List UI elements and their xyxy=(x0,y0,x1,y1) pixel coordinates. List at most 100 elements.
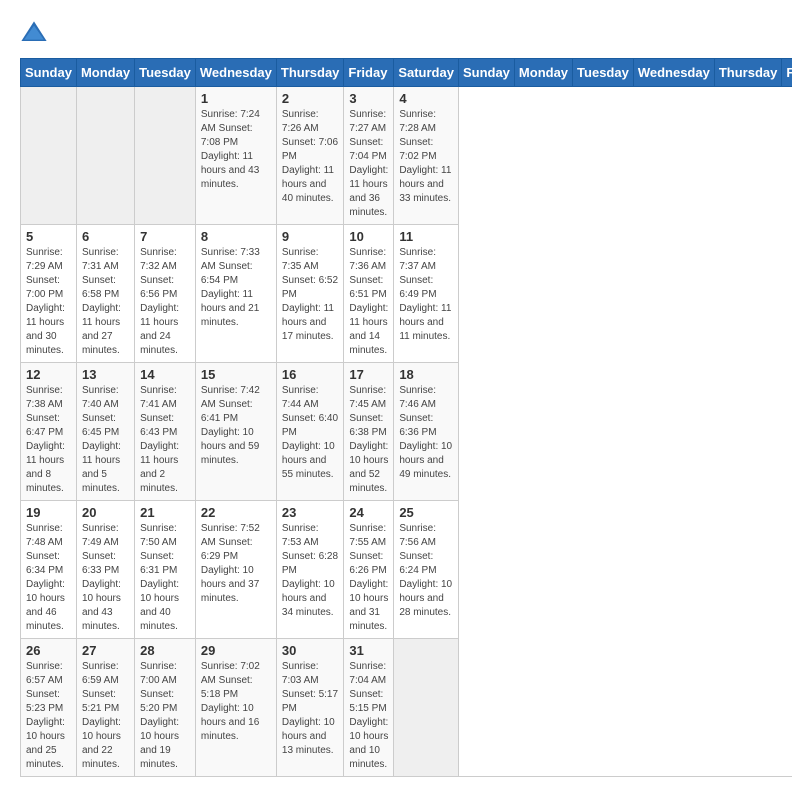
day-info: Sunrise: 7:27 AM Sunset: 7:04 PM Dayligh… xyxy=(349,108,388,220)
day-of-week-header: Tuesday xyxy=(135,59,196,87)
calendar-cell: 6 Sunrise: 7:31 AM Sunset: 6:58 PM Daylig… xyxy=(76,225,134,363)
day-info: Sunrise: 7:40 AM Sunset: 6:45 PM Dayligh… xyxy=(82,384,129,496)
day-number: 8 xyxy=(201,229,271,244)
day-of-week-header: Saturday xyxy=(394,59,459,87)
calendar-cell: 24Sunrise: 7:55 AM Sunset: 6:26 PM Dayli… xyxy=(344,501,394,639)
day-number: 20 xyxy=(82,505,129,520)
day-number: 25 xyxy=(399,505,453,520)
day-info: Sunrise: 7:35 AM Sunset: 6:52 PM Dayligh… xyxy=(282,246,339,344)
day-info: Sunrise: 7:31 AM Sunset: 6:58 PM Dayligh… xyxy=(82,246,129,358)
calendar-cell: 2Sunrise: 7:26 AM Sunset: 7:06 PM Daylig… xyxy=(276,87,344,225)
day-of-week-header: Thursday xyxy=(276,59,344,87)
day-info: Sunrise: 7:42 AM Sunset: 6:41 PM Dayligh… xyxy=(201,384,271,468)
day-of-week-header: Friday xyxy=(344,59,394,87)
day-number: 17 xyxy=(349,367,388,382)
day-info: Sunrise: 7:44 AM Sunset: 6:40 PM Dayligh… xyxy=(282,384,339,482)
calendar-cell: 21Sunrise: 7:50 AM Sunset: 6:31 PM Dayli… xyxy=(135,501,196,639)
calendar-cell xyxy=(76,87,134,225)
calendar-cell: 31 Sunrise: 7:04 AM Sunset: 5:15 PM Dayli… xyxy=(344,639,394,777)
day-info: Sunrise: 7:56 AM Sunset: 6:24 PM Dayligh… xyxy=(399,522,453,620)
day-number: 16 xyxy=(282,367,339,382)
day-number: 3 xyxy=(349,91,388,106)
calendar-cell: 7 Sunrise: 7:32 AM Sunset: 6:56 PM Daylig… xyxy=(135,225,196,363)
calendar-cell: 9 Sunrise: 7:35 AM Sunset: 6:52 PM Daylig… xyxy=(276,225,344,363)
calendar-cell: 23Sunrise: 7:53 AM Sunset: 6:28 PM Dayli… xyxy=(276,501,344,639)
calendar-cell: 30 Sunrise: 7:03 AM Sunset: 5:17 PM Dayli… xyxy=(276,639,344,777)
day-info: Sunrise: 7:53 AM Sunset: 6:28 PM Dayligh… xyxy=(282,522,339,620)
calendar-header-row: SundayMondayTuesdayWednesdayThursdayFrid… xyxy=(21,59,792,87)
day-info: Sunrise: 7:52 AM Sunset: 6:29 PM Dayligh… xyxy=(201,522,271,606)
day-of-week-header: Wednesday xyxy=(195,59,276,87)
day-number: 6 xyxy=(82,229,129,244)
day-number: 15 xyxy=(201,367,271,382)
calendar-week-row: 26Sunrise: 6:57 AM Sunset: 5:23 PM Dayli… xyxy=(21,639,792,777)
weekday-header: Thursday xyxy=(714,59,782,87)
day-info: Sunrise: 7:28 AM Sunset: 7:02 PM Dayligh… xyxy=(399,108,453,206)
day-info: Sunrise: 7:26 AM Sunset: 7:06 PM Dayligh… xyxy=(282,108,339,206)
logo xyxy=(20,20,50,48)
calendar-cell: 12 Sunrise: 7:38 AM Sunset: 6:47 PM Dayli… xyxy=(21,363,77,501)
calendar-week-row: 5 Sunrise: 7:29 AM Sunset: 7:00 PM Daylig… xyxy=(21,225,792,363)
page-header xyxy=(20,20,772,48)
calendar-cell: 11Sunrise: 7:37 AM Sunset: 6:49 PM Dayli… xyxy=(394,225,459,363)
calendar-cell: 17 Sunrise: 7:45 AM Sunset: 6:38 PM Dayli… xyxy=(344,363,394,501)
day-info: Sunrise: 7:41 AM Sunset: 6:43 PM Dayligh… xyxy=(140,384,190,496)
calendar-cell xyxy=(135,87,196,225)
day-number: 12 xyxy=(26,367,71,382)
calendar-cell: 1 Sunrise: 7:24 AM Sunset: 7:08 PM Daylig… xyxy=(195,87,276,225)
weekday-header: Wednesday xyxy=(633,59,714,87)
logo-icon xyxy=(20,20,48,48)
weekday-header: Tuesday xyxy=(573,59,634,87)
day-number: 7 xyxy=(140,229,190,244)
calendar-week-row: 19 Sunrise: 7:48 AM Sunset: 6:34 PM Dayli… xyxy=(21,501,792,639)
calendar-table: SundayMondayTuesdayWednesdayThursdayFrid… xyxy=(20,58,792,777)
day-number: 9 xyxy=(282,229,339,244)
calendar-cell: 29 Sunrise: 7:02 AM Sunset: 5:18 PM Dayli… xyxy=(195,639,276,777)
calendar-cell: 25 Sunrise: 7:56 AM Sunset: 6:24 PM Dayli… xyxy=(394,501,459,639)
day-info: Sunrise: 7:29 AM Sunset: 7:00 PM Dayligh… xyxy=(26,246,71,358)
day-info: Sunrise: 7:46 AM Sunset: 6:36 PM Dayligh… xyxy=(399,384,453,482)
day-info: Sunrise: 7:33 AM Sunset: 6:54 PM Dayligh… xyxy=(201,246,271,330)
day-info: Sunrise: 7:24 AM Sunset: 7:08 PM Dayligh… xyxy=(201,108,271,192)
day-number: 31 xyxy=(349,643,388,658)
day-number: 28 xyxy=(140,643,190,658)
weekday-header: Friday xyxy=(782,59,792,87)
day-number: 4 xyxy=(399,91,453,106)
calendar-cell xyxy=(394,639,459,777)
day-info: Sunrise: 7:04 AM Sunset: 5:15 PM Dayligh… xyxy=(349,660,388,772)
day-number: 27 xyxy=(82,643,129,658)
weekday-header: Monday xyxy=(514,59,572,87)
calendar-cell: 5 Sunrise: 7:29 AM Sunset: 7:00 PM Daylig… xyxy=(21,225,77,363)
calendar-cell: 10Sunrise: 7:36 AM Sunset: 6:51 PM Dayli… xyxy=(344,225,394,363)
calendar-cell: 15 Sunrise: 7:42 AM Sunset: 6:41 PM Dayli… xyxy=(195,363,276,501)
day-number: 30 xyxy=(282,643,339,658)
day-info: Sunrise: 7:37 AM Sunset: 6:49 PM Dayligh… xyxy=(399,246,453,344)
day-number: 22 xyxy=(201,505,271,520)
calendar-cell: 4 Sunrise: 7:28 AM Sunset: 7:02 PM Daylig… xyxy=(394,87,459,225)
day-number: 19 xyxy=(26,505,71,520)
calendar-cell: 28 Sunrise: 7:00 AM Sunset: 5:20 PM Dayli… xyxy=(135,639,196,777)
day-number: 18 xyxy=(399,367,453,382)
calendar-cell: 8 Sunrise: 7:33 AM Sunset: 6:54 PM Daylig… xyxy=(195,225,276,363)
day-info: Sunrise: 7:32 AM Sunset: 6:56 PM Dayligh… xyxy=(140,246,190,358)
calendar-cell: 22 Sunrise: 7:52 AM Sunset: 6:29 PM Dayli… xyxy=(195,501,276,639)
day-info: Sunrise: 7:48 AM Sunset: 6:34 PM Dayligh… xyxy=(26,522,71,634)
day-info: Sunrise: 7:49 AM Sunset: 6:33 PM Dayligh… xyxy=(82,522,129,634)
day-info: Sunrise: 7:00 AM Sunset: 5:20 PM Dayligh… xyxy=(140,660,190,772)
day-number: 21 xyxy=(140,505,190,520)
calendar-cell: 13 Sunrise: 7:40 AM Sunset: 6:45 PM Dayli… xyxy=(76,363,134,501)
day-number: 29 xyxy=(201,643,271,658)
day-number: 13 xyxy=(82,367,129,382)
day-info: Sunrise: 7:03 AM Sunset: 5:17 PM Dayligh… xyxy=(282,660,339,758)
day-number: 1 xyxy=(201,91,271,106)
day-of-week-header: Sunday xyxy=(21,59,77,87)
day-number: 5 xyxy=(26,229,71,244)
calendar-cell: 19 Sunrise: 7:48 AM Sunset: 6:34 PM Dayli… xyxy=(21,501,77,639)
day-info: Sunrise: 7:02 AM Sunset: 5:18 PM Dayligh… xyxy=(201,660,271,744)
day-info: Sunrise: 6:57 AM Sunset: 5:23 PM Dayligh… xyxy=(26,660,71,772)
calendar-cell: 16 Sunrise: 7:44 AM Sunset: 6:40 PM Dayli… xyxy=(276,363,344,501)
day-info: Sunrise: 7:38 AM Sunset: 6:47 PM Dayligh… xyxy=(26,384,71,496)
calendar-cell: 20 Sunrise: 7:49 AM Sunset: 6:33 PM Dayli… xyxy=(76,501,134,639)
day-info: Sunrise: 7:45 AM Sunset: 6:38 PM Dayligh… xyxy=(349,384,388,496)
calendar-week-row: 12 Sunrise: 7:38 AM Sunset: 6:47 PM Dayli… xyxy=(21,363,792,501)
